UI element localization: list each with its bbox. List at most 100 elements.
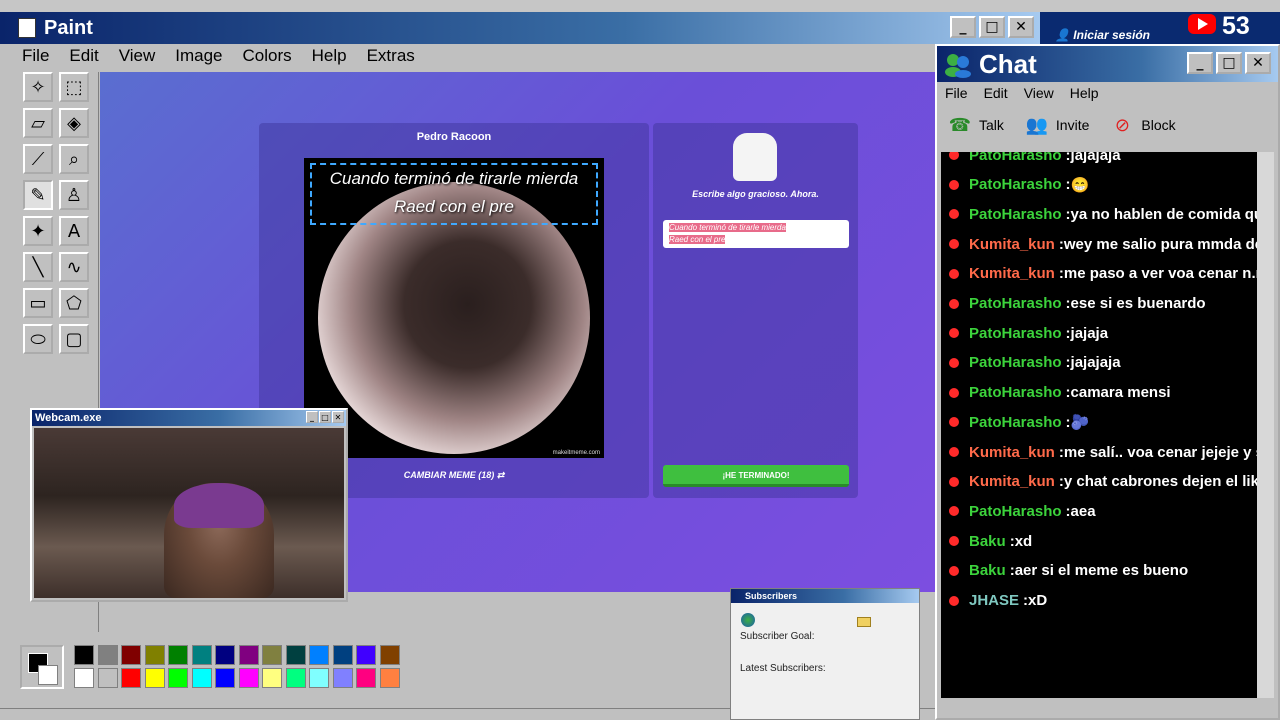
rectangle-icon[interactable]: ▭ <box>23 288 53 318</box>
palette-swatch[interactable] <box>121 645 141 665</box>
chat-username[interactable]: PatoHarasho <box>969 354 1062 371</box>
chat-username[interactable]: Baku <box>969 533 1006 550</box>
palette-swatch[interactable] <box>121 668 141 688</box>
palette-swatch[interactable] <box>191 668 212 688</box>
close-button[interactable]: ✕ <box>1008 16 1034 38</box>
palette-swatch[interactable] <box>97 645 118 665</box>
chat-text: me paso a ver voa cenar n.n <box>1063 265 1257 283</box>
viewer-count: 53 <box>1222 12 1250 40</box>
palette-swatch[interactable] <box>285 668 306 688</box>
palette-swatch[interactable] <box>215 668 235 688</box>
menu-edit[interactable]: Edit <box>59 46 108 66</box>
chat-menu-help[interactable]: Help <box>1062 85 1107 101</box>
text-tool-icon[interactable]: A <box>59 216 89 246</box>
chat-close-button[interactable]: ✕ <box>1245 52 1271 74</box>
chat-username[interactable]: PatoHarasho <box>969 414 1062 431</box>
chat-username[interactable]: Kumita_kun <box>969 473 1055 490</box>
free-select-icon[interactable]: ✧ <box>23 72 53 102</box>
invite-button[interactable]: 👥 Invite <box>1014 113 1099 137</box>
palette-swatch[interactable] <box>238 645 259 665</box>
talk-icon: ☎ <box>948 114 972 136</box>
ellipse-icon[interactable]: ⬭ <box>23 324 53 354</box>
chat-username[interactable]: PatoHarasho <box>969 384 1062 401</box>
palette-swatch[interactable] <box>168 645 188 665</box>
webcam-maximize-button[interactable]: □ <box>319 411 331 423</box>
chat-username[interactable]: PatoHarasho <box>969 152 1062 164</box>
palette-swatch[interactable] <box>74 645 94 665</box>
login-label: Iniciar sesión <box>1073 28 1150 42</box>
menu-colors[interactable]: Colors <box>233 46 302 66</box>
chat-username[interactable]: JHASE <box>969 592 1019 609</box>
subscribers-widget: Subscribers Subscriber Goal: Latest Subs… <box>730 588 920 720</box>
palette-swatch[interactable] <box>97 668 118 688</box>
rounded-rect-icon[interactable]: ▢ <box>59 324 89 354</box>
menu-image[interactable]: Image <box>165 46 232 66</box>
palette-swatch[interactable] <box>238 668 259 688</box>
palette-swatch[interactable] <box>356 668 376 688</box>
palette-swatch[interactable] <box>262 668 282 688</box>
menu-file[interactable]: File <box>0 46 59 66</box>
airbrush-icon[interactable]: ✦ <box>23 216 53 246</box>
chat-minimize-button[interactable]: _ <box>1187 52 1213 74</box>
chat-username[interactable]: PatoHarasho <box>969 503 1062 520</box>
palette-swatch[interactable] <box>262 645 282 665</box>
chat-username[interactable]: Kumita_kun <box>969 265 1055 282</box>
chat-username[interactable]: PatoHarasho <box>969 206 1062 223</box>
caption-input[interactable]: Cuando terminó de tirarle mierda Raed co… <box>663 220 849 248</box>
current-colors[interactable] <box>20 645 64 689</box>
chat-text: me salí.. voa cenar jejeje y sig <box>1063 443 1257 461</box>
palette-swatch[interactable] <box>215 645 235 665</box>
block-icon: ⊘ <box>1114 114 1130 136</box>
fill-icon[interactable]: ◈ <box>59 108 89 138</box>
palette-swatch[interactable] <box>168 668 188 688</box>
palette-swatch[interactable] <box>332 668 353 688</box>
palette-swatch[interactable] <box>356 645 376 665</box>
chat-menubar: File Edit View Help <box>937 82 1278 104</box>
palette-swatch[interactable] <box>332 645 353 665</box>
chat-username[interactable]: Kumita_kun <box>969 444 1055 461</box>
palette-swatch[interactable] <box>191 645 212 665</box>
polygon-icon[interactable]: ⬠ <box>59 288 89 318</box>
chat-menu-file[interactable]: File <box>937 85 976 101</box>
chat-titlebar: Chat _ □ ✕ <box>937 46 1278 82</box>
chat-scrollbar[interactable] <box>1257 152 1274 698</box>
chat-username[interactable]: Baku <box>969 562 1006 579</box>
palette-swatch[interactable] <box>379 645 400 665</box>
curve-icon[interactable]: ∿ <box>59 252 89 282</box>
chat-username[interactable]: PatoHarasho <box>969 176 1062 193</box>
menu-view[interactable]: View <box>109 46 166 66</box>
palette-swatch[interactable] <box>379 668 400 688</box>
chat-username[interactable]: PatoHarasho <box>969 295 1062 312</box>
rect-select-icon[interactable]: ⬚ <box>59 72 89 102</box>
talk-button[interactable]: ☎ Talk <box>937 113 1014 137</box>
meme-caption[interactable]: Cuando terminó de tirarle mierda Raed co… <box>310 163 598 225</box>
palette-swatch[interactable] <box>144 645 165 665</box>
color-picker-icon[interactable]: ⟋ <box>23 144 53 174</box>
brush-icon[interactable]: ♙ <box>59 180 89 210</box>
minimize-button[interactable]: _ <box>950 16 976 38</box>
palette-swatch[interactable] <box>285 645 306 665</box>
login-link[interactable]: 👤 Iniciar sesión <box>1055 28 1150 42</box>
chat-menu-view[interactable]: View <box>1016 85 1062 101</box>
webcam-close-button[interactable]: ✕ <box>332 411 344 423</box>
eraser-icon[interactable]: ▱ <box>23 108 53 138</box>
chat-maximize-button[interactable]: □ <box>1216 52 1242 74</box>
chat-message: PatoHarasho: ya no hablen de comida que … <box>949 201 1257 227</box>
maximize-button[interactable]: □ <box>979 16 1005 38</box>
webcam-minimize-button[interactable]: _ <box>306 411 318 423</box>
block-button[interactable]: ⊘ Block <box>1099 113 1185 137</box>
palette-swatch[interactable] <box>309 668 329 688</box>
chat-username[interactable]: Kumita_kun <box>969 236 1055 253</box>
line-icon[interactable]: ╲ <box>23 252 53 282</box>
chat-menu-edit[interactable]: Edit <box>976 85 1016 101</box>
palette-swatch[interactable] <box>74 668 94 688</box>
chat-text: 🫐 <box>1070 414 1090 432</box>
done-button[interactable]: ¡HE TERMINADO! <box>663 465 849 487</box>
palette-swatch[interactable] <box>309 645 329 665</box>
menu-extras[interactable]: Extras <box>357 46 425 66</box>
pencil-icon[interactable]: ✎ <box>23 180 53 210</box>
palette-swatch[interactable] <box>144 668 165 688</box>
chat-username[interactable]: PatoHarasho <box>969 325 1062 342</box>
magnifier-icon[interactable]: ⌕ <box>59 144 89 174</box>
menu-help[interactable]: Help <box>302 46 357 66</box>
